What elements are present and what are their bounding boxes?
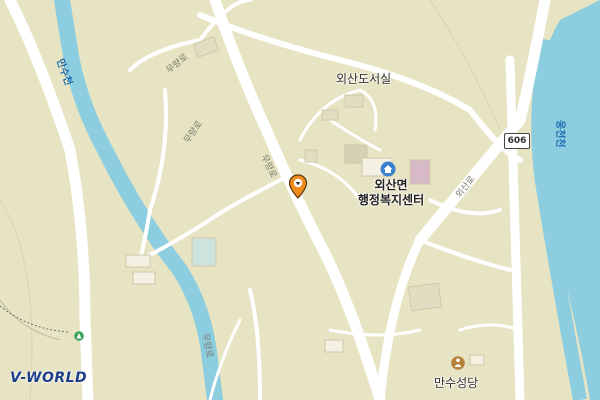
bus-stop-icon[interactable] bbox=[74, 331, 84, 341]
office-label[interactable]: 외산면 행정복지센터 bbox=[354, 178, 428, 208]
river-label-ungcheon: 웅천천 bbox=[554, 120, 565, 148]
home-icon[interactable] bbox=[380, 161, 396, 177]
office-label-line1: 외산면 bbox=[374, 178, 408, 192]
vworld-logo: V-WORLD bbox=[10, 370, 88, 386]
library-label[interactable]: 외산도서실 bbox=[336, 70, 391, 87]
location-pin-icon[interactable] bbox=[288, 174, 308, 200]
map-base bbox=[0, 0, 600, 400]
route-shield-606: 606 bbox=[504, 133, 530, 149]
church-label[interactable]: 만수성당 bbox=[434, 374, 478, 391]
office-label-line2: 행정복지센터 bbox=[357, 193, 425, 207]
map-canvas[interactable]: 무량로 무량로 무량로 외산로 무량로 만수천 웅천천 606 외산도서실 외산… bbox=[0, 0, 600, 400]
church-icon[interactable] bbox=[451, 356, 465, 370]
